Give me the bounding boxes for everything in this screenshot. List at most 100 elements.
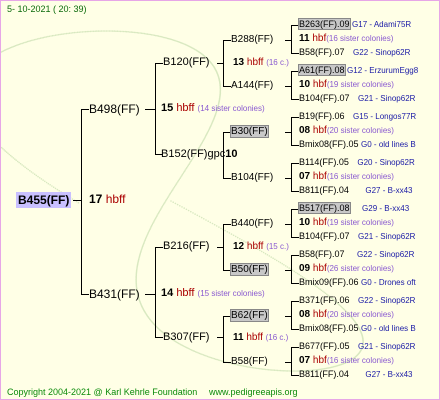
background-dot	[115, 30, 117, 32]
background-dot	[59, 33, 61, 36]
queen-b517[interactable]: B517(FF).08 G29 - B-xx43	[298, 202, 410, 214]
b517-info: G29 - B-xx43	[362, 204, 410, 213]
queen-b440[interactable]: B440(FF)	[231, 218, 273, 229]
queen-bmix09[interactable]: Bmix09(FF).06 G0 - Drones oft	[299, 277, 416, 287]
connector	[285, 270, 292, 271]
background-dot	[113, 30, 116, 32]
b307-sister-info: 11 hbff (16 c.)	[233, 332, 288, 343]
background-dot	[37, 175, 39, 178]
queen-b371[interactable]: B371(FF).06 G22 - Sinop62R	[299, 295, 415, 305]
background-dot	[51, 185, 53, 187]
queen-b58-07[interactable]: B58(FF).07 G22 - Sinop62R	[299, 47, 410, 57]
queen-b498[interactable]: B498(FF)	[89, 102, 140, 116]
queen-bmix08[interactable]: Bmix08(FF).05 G0 - old lines B	[299, 139, 416, 149]
background-dot	[293, 270, 296, 273]
queen-b104-07b[interactable]: B104(FF).07 G21 - Sinop62R	[299, 231, 415, 241]
background-dot	[215, 358, 217, 361]
connector	[217, 247, 224, 248]
background-dot	[145, 33, 147, 35]
background-dot	[5, 151, 8, 153]
background-dot	[140, 32, 143, 34]
background-dot	[78, 31, 80, 33]
b120-sister-count: 13	[233, 57, 245, 68]
background-dot	[254, 367, 257, 369]
bmix08-name: Bmix08(FF).05	[299, 139, 359, 149]
queen-b19[interactable]: B19(FF).06 G15 - Longos77R	[299, 111, 416, 121]
queen-b104-07[interactable]: B104(FF).07 G21 - Sinop62R	[299, 93, 415, 103]
connector	[81, 109, 82, 295]
background-dot	[29, 169, 31, 172]
pedigree-page: 5- 10-2021 ( 20: 39) Copyright 2004-2021…	[0, 0, 440, 400]
background-dot	[143, 32, 146, 35]
background-dot	[89, 30, 92, 33]
connector	[291, 71, 299, 72]
queen-b58-07b[interactable]: B58(FF).07 G22 - Sinop62R	[299, 249, 414, 259]
background-dot	[146, 33, 149, 35]
queen-b30[interactable]: B30(FF)	[230, 125, 269, 138]
connector	[285, 316, 292, 317]
background-dot	[76, 31, 79, 34]
background-dot	[198, 215, 201, 218]
background-dot	[27, 168, 30, 171]
background-dot	[288, 267, 291, 269]
queen-b263[interactable]: B263(FF).09 G17 - Adami75R	[298, 18, 411, 30]
background-dot	[48, 35, 51, 38]
b104-07b-info: G21 - Sinop62R	[358, 232, 416, 241]
background-dot	[97, 30, 100, 32]
background-dot	[284, 370, 286, 372]
connector	[223, 270, 231, 271]
b104-sister-count: 07	[299, 171, 311, 182]
background-dot	[96, 30, 98, 32]
connector	[291, 237, 299, 238]
queen-a61[interactable]: A61(FF).08 G12 - ErzurumEgg8	[298, 64, 418, 76]
background-dot	[65, 32, 68, 35]
background-dot	[68, 32, 71, 34]
queen-b152[interactable]: B152(FF)gpc10	[161, 148, 237, 160]
connector	[145, 109, 156, 110]
background-dot	[67, 32, 69, 35]
background-dot	[81, 31, 84, 33]
root-queen[interactable]: B455(FF)	[16, 192, 72, 208]
queen-a144[interactable]: A144(FF)	[231, 80, 273, 91]
background-dot	[213, 223, 216, 226]
background-dot	[272, 257, 274, 260]
background-dot	[84, 30, 87, 33]
b104-07b-name: B104(FF).07	[299, 231, 350, 241]
queen-b811b[interactable]: B811(FF).04 G27 - B-xx43	[299, 369, 413, 379]
background-dot	[149, 33, 152, 36]
b50-sister-count: 09	[299, 263, 311, 274]
background-dot	[257, 367, 260, 370]
connector	[223, 178, 231, 179]
queen-b120[interactable]: B120(FF)	[163, 56, 209, 68]
background-dot	[230, 233, 233, 235]
website-link[interactable]: www.pedigreeapis.org	[209, 387, 298, 397]
queen-b104[interactable]: B104(FF)	[231, 172, 273, 183]
queen-b114[interactable]: B114(FF).05 G20 - Sinop62R	[299, 157, 415, 167]
background-dot	[224, 229, 226, 232]
connector	[223, 224, 231, 225]
queen-b288[interactable]: B288(FF)	[231, 34, 273, 45]
queen-b431[interactable]: B431(FF)	[89, 287, 140, 301]
queen-b50[interactable]: B50(FF)	[230, 263, 269, 276]
background-dot	[72, 32, 74, 34]
background-dot	[94, 30, 96, 32]
background-dot	[135, 31, 137, 34]
queen-bmix08b[interactable]: Bmix08(FF).05 G0 - old lines B	[299, 323, 416, 333]
queen-b811[interactable]: B811(FF).04 G27 - B-xx43	[299, 185, 413, 195]
queen-b58[interactable]: B58(FF)	[231, 356, 268, 367]
background-dot	[239, 238, 241, 240]
queen-b677[interactable]: B677(FF).05 G21 - Sinop62R	[299, 341, 415, 351]
background-dot	[38, 177, 41, 179]
background-dot	[57, 33, 60, 36]
b30-sister-info: 08 hbf(20 sister colonies)	[299, 125, 394, 136]
queen-b216[interactable]: B216(FF)	[163, 240, 209, 252]
queen-b307[interactable]: B307(FF)	[163, 331, 209, 343]
connector	[223, 316, 231, 317]
background-dot	[269, 369, 272, 371]
background-dot	[226, 231, 229, 233]
background-dot	[111, 30, 114, 32]
background-dot	[99, 30, 101, 32]
connector	[145, 294, 156, 295]
queen-b62[interactable]: B62(FF)	[230, 309, 269, 322]
background-dot	[156, 35, 158, 37]
